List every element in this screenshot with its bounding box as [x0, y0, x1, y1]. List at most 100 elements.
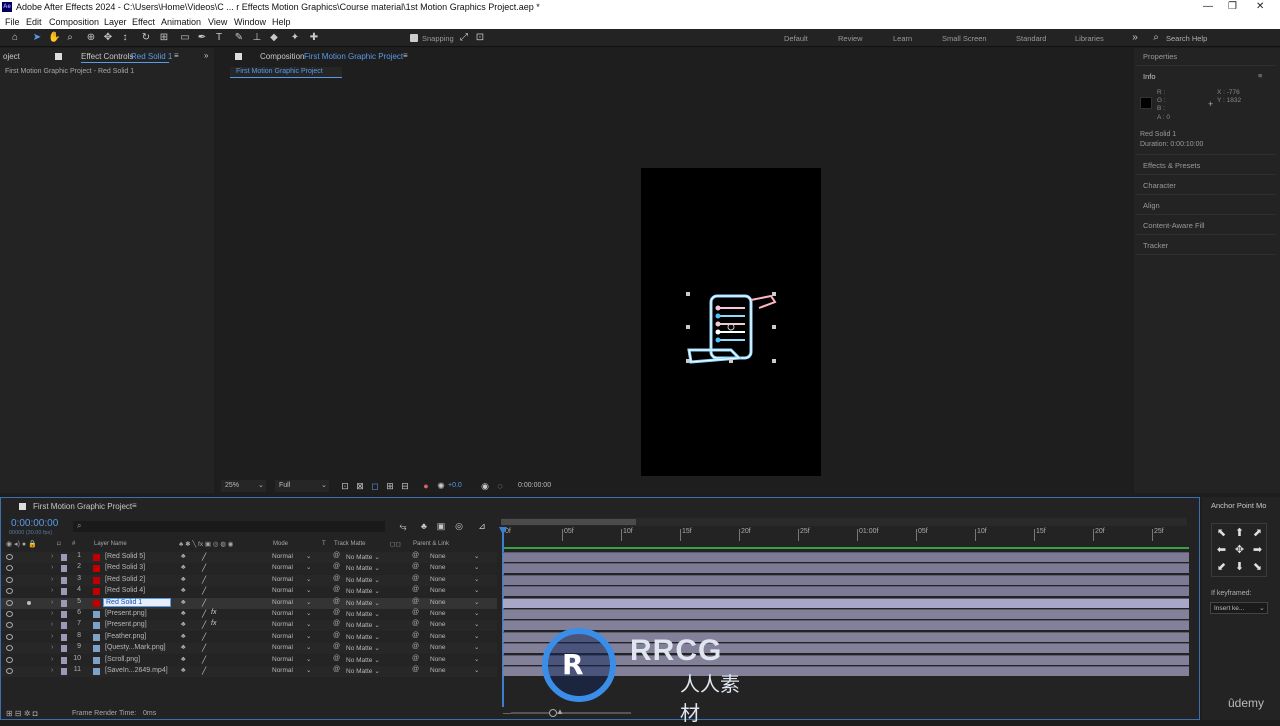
menu-help[interactable]: Help: [272, 17, 291, 27]
type-tool-icon[interactable]: T: [213, 32, 225, 44]
parent-pickwhip-icon[interactable]: @: [412, 575, 419, 582]
visibility-eye-icon[interactable]: [6, 645, 13, 652]
mode-dropdown[interactable]: Normal ⌄: [272, 599, 314, 608]
pickwhip-icon[interactable]: @: [333, 563, 340, 570]
search-help-input[interactable]: Search Help: [1166, 34, 1207, 43]
graph-editor-icon[interactable]: ⊿: [476, 520, 488, 532]
layer-name[interactable]: [Present.png]: [105, 610, 147, 617]
layer-row[interactable]: › 11 [SaveIn...2649.mp4] ♣ ╱ Normal ⌄ @ No Matte…: [1, 666, 497, 677]
menu-effect[interactable]: Effect: [132, 17, 155, 27]
quality-switch-icon[interactable]: ╱: [202, 576, 206, 584]
info-menu-icon[interactable]: ≡: [1258, 71, 1262, 80]
layer-row[interactable]: › 6 [Present.png] ♣ ╱ fx Normal ⌄ @ No Matte ⌄ @ Non…: [1, 609, 497, 620]
shy-switch-icon[interactable]: ♣: [181, 587, 186, 594]
layer-name[interactable]: [Questy...Mark.png]: [105, 644, 166, 651]
layer-row[interactable]: › 3 [Red Solid 2] ♣ ╱ Normal ⌄ @ No Matte ⌄ @ None ⌄: [1, 574, 497, 586]
frame-blending-icon[interactable]: ▣: [435, 520, 447, 532]
layer-name[interactable]: [Present.png]: [105, 621, 147, 628]
comp-lock-icon[interactable]: [235, 53, 242, 60]
zoom-tool-icon[interactable]: ⌕: [64, 32, 76, 44]
track-matte-dropdown[interactable]: No Matte ⌄: [346, 576, 380, 584]
shy-switch-icon[interactable]: ♣: [181, 610, 186, 617]
comp-panel-menu-icon[interactable]: ≡: [403, 51, 408, 67]
search-icon[interactable]: ⌕: [1150, 32, 1162, 44]
layer-name[interactable]: [Red Solid 3]: [105, 564, 145, 571]
parent-pickwhip-icon[interactable]: @: [412, 655, 419, 662]
visibility-eye-icon[interactable]: [6, 599, 13, 606]
visibility-eye-icon[interactable]: [6, 622, 13, 629]
workspace-learn[interactable]: Learn: [893, 34, 912, 43]
layer-name[interactable]: Red Solid 1: [103, 597, 172, 607]
pan-camera-icon[interactable]: ✥: [102, 32, 114, 44]
rotation-tool-icon[interactable]: ↻: [140, 32, 152, 44]
shy-switch-icon[interactable]: ♣: [181, 633, 186, 640]
selection-tool-icon[interactable]: ➤: [31, 32, 43, 44]
mask-visibility-icon[interactable]: ◻: [369, 480, 381, 492]
layer-name[interactable]: [Red Solid 2]: [105, 576, 145, 583]
twirl-arrow-icon[interactable]: ›: [51, 610, 53, 617]
layer-duration-bar[interactable]: [503, 666, 1189, 676]
workspace-overflow-icon[interactable]: »: [1129, 32, 1141, 44]
twirl-arrow-icon[interactable]: ›: [51, 599, 53, 606]
pickwhip-icon[interactable]: @: [333, 598, 340, 605]
menu-file[interactable]: File: [5, 17, 20, 27]
pickwhip-icon[interactable]: @: [333, 666, 340, 673]
composition-tab-name[interactable]: First Motion Graphic Project: [304, 52, 403, 68]
fx-switch-icon[interactable]: fx: [211, 620, 216, 627]
mode-dropdown[interactable]: Normal ⌄: [272, 553, 314, 562]
anchor-center-icon[interactable]: ✥: [1233, 544, 1246, 557]
twirl-arrow-icon[interactable]: ›: [51, 564, 53, 571]
parent-pickwhip-icon[interactable]: @: [412, 632, 419, 639]
layer-name[interactable]: [Feather.png]: [105, 633, 146, 640]
twirl-arrow-icon[interactable]: ›: [51, 633, 53, 640]
visibility-eye-icon[interactable]: [6, 565, 13, 572]
fx-switch-icon[interactable]: fx: [211, 609, 216, 616]
layer-duration-bar[interactable]: [503, 631, 1189, 642]
shy-switch-icon[interactable]: ♣: [181, 576, 186, 583]
panel-menu-icon[interactable]: ≡: [174, 51, 179, 67]
align-section[interactable]: Align: [1143, 201, 1160, 210]
col-layer-name[interactable]: Layer Name: [94, 541, 127, 547]
layer-row[interactable]: › 7 [Present.png] ♣ ╱ fx Normal ⌄ @ No Matte ⌄ @ Non…: [1, 620, 497, 632]
workspace-small-screen[interactable]: Small Screen: [942, 34, 987, 43]
roto-brush-icon[interactable]: ✦: [289, 32, 301, 44]
track-matte-dropdown[interactable]: No Matte ⌄: [346, 564, 380, 572]
layer-duration-bar[interactable]: [503, 643, 1189, 654]
pickwhip-icon[interactable]: @: [333, 586, 340, 593]
mode-dropdown[interactable]: Normal ⌄: [272, 667, 314, 676]
menu-edit[interactable]: Edit: [26, 17, 42, 27]
visibility-eye-icon[interactable]: [6, 611, 13, 617]
menu-layer[interactable]: Layer: [104, 17, 127, 27]
project-tab[interactable]: oject: [3, 52, 20, 68]
track-matte-dropdown[interactable]: No Matte ⌄: [346, 553, 380, 561]
parent-pickwhip-icon[interactable]: @: [412, 643, 419, 650]
pickwhip-icon[interactable]: @: [333, 575, 340, 582]
mode-dropdown[interactable]: Normal ⌄: [272, 621, 314, 630]
twirl-arrow-icon[interactable]: ›: [51, 667, 53, 674]
twirl-arrow-icon[interactable]: ›: [51, 587, 53, 594]
track-matte-dropdown[interactable]: No Matte ⌄: [346, 610, 380, 618]
brush-tool-icon[interactable]: ✎: [233, 32, 245, 44]
parent-dropdown[interactable]: None ⌄: [430, 587, 479, 594]
tracker-section[interactable]: Tracker: [1143, 241, 1168, 250]
zoom-slider[interactable]: [511, 709, 631, 717]
work-area-bar[interactable]: [501, 518, 1187, 526]
close-icon[interactable]: ✕: [1256, 1, 1264, 12]
quality-switch-icon[interactable]: ╱: [202, 553, 206, 561]
parent-pickwhip-icon[interactable]: @: [412, 609, 419, 616]
menu-composition[interactable]: Composition: [49, 17, 99, 27]
parent-dropdown[interactable]: None ⌄: [430, 656, 479, 663]
shy-layers-icon[interactable]: ♣: [418, 520, 430, 532]
workspace-standard[interactable]: Standard: [1016, 34, 1046, 43]
arrow-up-icon[interactable]: ⬆: [1233, 527, 1246, 540]
layer-duration-bar[interactable]: [503, 620, 1189, 631]
parent-dropdown[interactable]: None ⌄: [430, 564, 479, 571]
visibility-eye-icon[interactable]: [6, 576, 13, 583]
parent-dropdown[interactable]: None ⌄: [430, 610, 479, 617]
parent-pickwhip-icon[interactable]: @: [412, 586, 419, 593]
workspace-review[interactable]: Review: [838, 34, 863, 43]
panel-expand-icon[interactable]: »: [204, 51, 208, 67]
twirl-arrow-icon[interactable]: ›: [51, 656, 53, 663]
arrow-bottom-right-icon[interactable]: ⬊: [1251, 561, 1264, 574]
rectangle-tool-icon[interactable]: ▭: [179, 32, 191, 44]
